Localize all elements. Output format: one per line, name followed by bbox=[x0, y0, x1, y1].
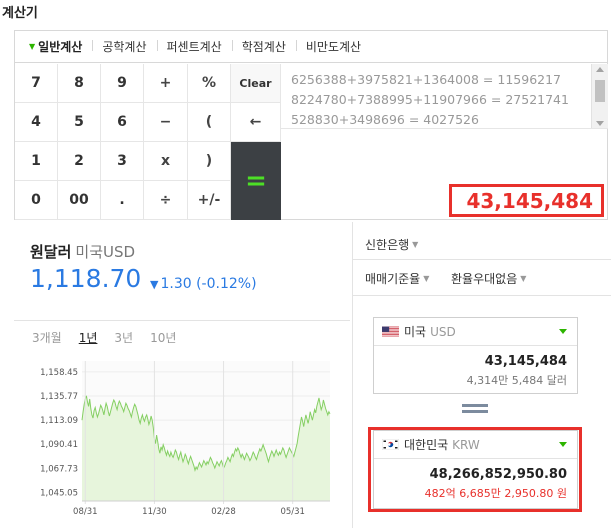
y-tick-label: 1,090.41 bbox=[40, 440, 78, 450]
y-tick-label: 1,135.77 bbox=[40, 392, 78, 402]
exchange-title: 원달러 미국USD bbox=[30, 241, 135, 262]
period-1y[interactable]: 1년 bbox=[79, 329, 98, 346]
exchange-currency-label: 미국USD bbox=[75, 243, 136, 261]
bank-selector[interactable]: 신한은행 ▼ bbox=[365, 236, 418, 253]
key-plus[interactable]: + bbox=[144, 64, 188, 103]
y-tick-label: 1,113.09 bbox=[40, 416, 78, 426]
caret-down-icon: ▼ bbox=[29, 42, 36, 51]
x-tick-label: 11/30 bbox=[142, 507, 167, 517]
key-0[interactable]: 0 bbox=[15, 181, 58, 220]
key-left-paren[interactable]: ( bbox=[188, 103, 231, 142]
x-tick-label: 08/31 bbox=[73, 507, 98, 517]
tab-percent-calc[interactable]: 퍼센트계산 bbox=[156, 38, 232, 55]
key-8[interactable]: 8 bbox=[58, 64, 101, 103]
scroll-down-icon[interactable] bbox=[596, 121, 604, 126]
tab-general-calc[interactable]: ▼ 일반계산 bbox=[29, 38, 92, 55]
bank-label: 신한은행 bbox=[365, 238, 410, 252]
backspace-button[interactable]: ← bbox=[231, 103, 281, 142]
calculation-result: 43,145,484 bbox=[449, 184, 604, 217]
y-tick-label: 1,067.73 bbox=[40, 464, 78, 474]
x-tick-label: 05/31 bbox=[280, 507, 305, 517]
scroll-up-icon[interactable] bbox=[596, 67, 604, 72]
exchange-chart: 1,158.45 1,135.77 1,113.09 1,090.41 1,067.73… bbox=[14, 320, 350, 520]
dropdown-icon bbox=[559, 329, 567, 334]
rate-type-label: 매매기준율 bbox=[365, 272, 421, 286]
key-9[interactable]: 9 bbox=[101, 64, 144, 103]
preferential-rate-label: 환율우대없음 bbox=[451, 272, 518, 286]
tab-grade-calc[interactable]: 학점계산 bbox=[231, 38, 296, 55]
chevron-down-icon: ▼ bbox=[423, 274, 430, 283]
y-tick-label: 1,045.05 bbox=[40, 488, 78, 498]
clear-button[interactable]: Clear bbox=[231, 64, 281, 103]
key-3[interactable]: 3 bbox=[101, 142, 144, 181]
x-tick-label: 02/28 bbox=[211, 507, 236, 517]
calculator-display: 6256388+3975821+1364008 = 11596217 82247… bbox=[281, 64, 608, 220]
highlight-outline bbox=[368, 427, 582, 512]
scrollbar-thumb[interactable] bbox=[595, 80, 605, 102]
from-country-label: 미국 bbox=[404, 325, 427, 339]
key-sign-toggle[interactable]: +/- bbox=[188, 181, 231, 220]
page-title: 계산기 bbox=[2, 6, 38, 21]
key-divide[interactable]: ÷ bbox=[144, 181, 188, 220]
exchange-rate-chart: 1,158.45 1,135.77 1,113.09 1,090.41 1,067.73… bbox=[40, 361, 331, 517]
key-minus[interactable]: − bbox=[144, 103, 188, 142]
key-7[interactable]: 7 bbox=[15, 64, 58, 103]
rate-type-selector[interactable]: 매매기준율 ▼ bbox=[365, 270, 429, 287]
exchange-pair-label: 원달러 bbox=[30, 243, 72, 261]
chevron-down-icon: ▼ bbox=[412, 240, 419, 249]
period-3m[interactable]: 3개월 bbox=[32, 329, 62, 346]
history-scrollbar[interactable] bbox=[591, 64, 608, 128]
key-decimal[interactable]: . bbox=[101, 181, 144, 220]
period-selector: 3개월 1년 3년 10년 bbox=[32, 329, 176, 346]
key-5[interactable]: 5 bbox=[58, 103, 101, 142]
exchange-rate-change: ▼ 1.30 (-0.12%) bbox=[150, 276, 257, 292]
tab-engineering-calc[interactable]: 공학계산 bbox=[92, 38, 156, 55]
divider bbox=[353, 295, 611, 296]
history-line: 528830+3498696 = 4027526 bbox=[291, 112, 479, 127]
key-2[interactable]: 2 bbox=[58, 142, 101, 181]
key-percent[interactable]: % bbox=[188, 64, 231, 103]
tab-bmi-calc[interactable]: 비만도계산 bbox=[295, 38, 371, 55]
calculator-keypad: 7 8 9 + % Clear 4 5 6 − ( ← 1 2 3 x ) = … bbox=[15, 64, 281, 220]
period-10y[interactable]: 10년 bbox=[150, 329, 176, 346]
equals-button[interactable]: = bbox=[231, 142, 281, 220]
key-1[interactable]: 1 bbox=[15, 142, 58, 181]
calculator-tabs: ▼ 일반계산 공학계산 퍼센트계산 학점계산 비만도계산 bbox=[15, 31, 607, 63]
change-text: 1.30 (-0.12%) bbox=[160, 276, 257, 292]
exchange-rate-value: 1,118.70 bbox=[30, 264, 142, 293]
tab-label: 일반계산 bbox=[38, 40, 83, 54]
us-flag-icon bbox=[382, 326, 399, 337]
from-amount-korean: 4,314만 5,484 달러 bbox=[466, 374, 567, 387]
divider bbox=[353, 259, 611, 260]
from-amount: 43,145,484 bbox=[484, 354, 567, 369]
period-3y[interactable]: 3년 bbox=[114, 329, 133, 346]
from-currency-selector[interactable]: 미국 USD bbox=[374, 318, 577, 346]
key-multiply[interactable]: x bbox=[144, 142, 188, 181]
from-currency-code: USD bbox=[430, 324, 456, 339]
from-currency-box: 미국 USD 43,145,484 4,314만 5,484 달러 bbox=[373, 317, 578, 394]
key-6[interactable]: 6 bbox=[101, 103, 144, 142]
key-00[interactable]: 00 bbox=[58, 181, 101, 220]
history-line: 6256388+3975821+1364008 = 11596217 bbox=[291, 72, 562, 87]
y-tick-label: 1,158.45 bbox=[40, 368, 78, 378]
calculator-panel: ▼ 일반계산 공학계산 퍼센트계산 학점계산 비만도계산 7 8 9 + % Cl… bbox=[14, 30, 608, 220]
key-4[interactable]: 4 bbox=[15, 103, 58, 142]
history-line: 8224780+7388995+11907966 = 27521741 bbox=[291, 92, 569, 107]
key-right-paren[interactable]: ) bbox=[188, 142, 231, 181]
equals-icon bbox=[462, 404, 488, 416]
preferential-rate-selector[interactable]: 환율우대없음 ▼ bbox=[451, 270, 526, 287]
chevron-down-icon: ▼ bbox=[520, 274, 527, 283]
divider bbox=[352, 222, 353, 528]
calculation-history: 6256388+3975821+1364008 = 11596217 82247… bbox=[281, 64, 608, 129]
down-triangle-icon: ▼ bbox=[150, 278, 159, 291]
